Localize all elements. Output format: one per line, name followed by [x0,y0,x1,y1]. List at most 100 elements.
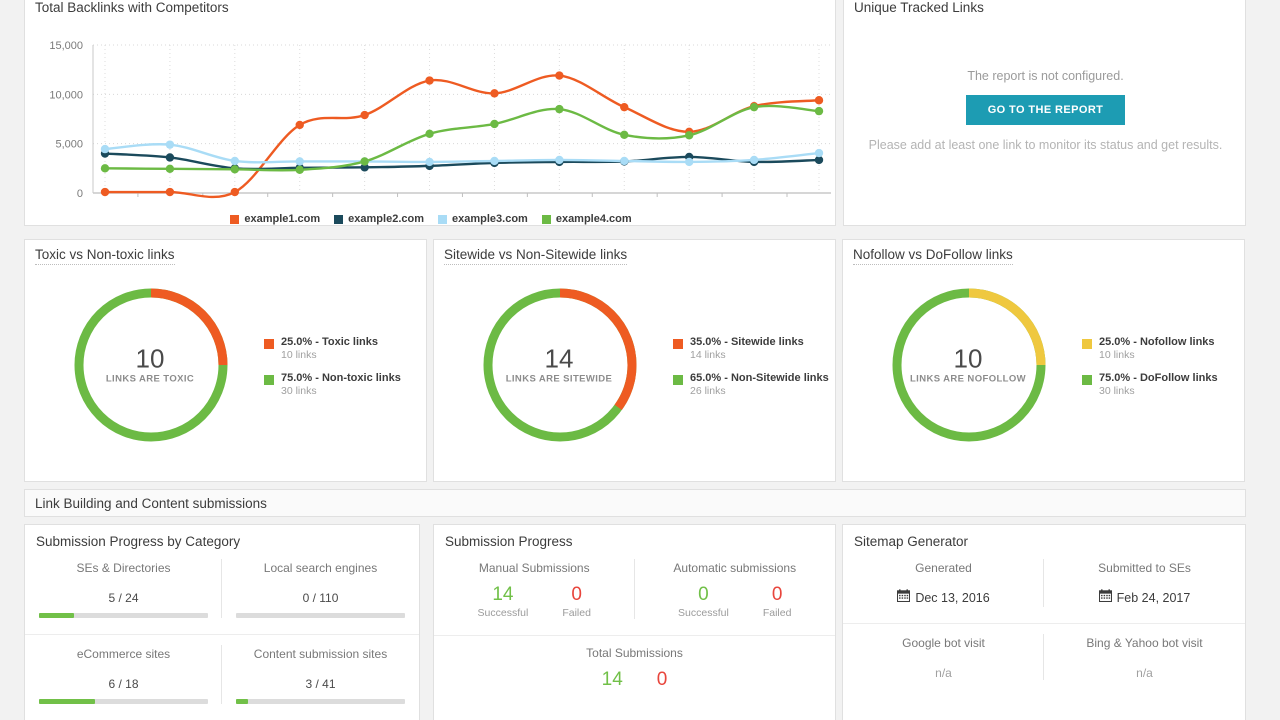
donut-legend-swatch-icon [264,339,274,349]
category-label: SEs & Directories [39,561,208,575]
donut-legend-item[interactable]: 35.0% - Sitewide links14 links [673,336,829,361]
sitemap-submitted-label: Submitted to SEs [1058,561,1231,575]
donut-card: Nofollow vs DoFollow links10LINKS ARE NO… [842,239,1245,482]
calendar-icon [1099,589,1112,607]
google-bot-cell: Google bot visit n/a [843,624,1044,690]
donut-legend-item[interactable]: 25.0% - Nofollow links10 links [1082,336,1218,361]
legend-swatch-icon [334,215,343,224]
donut-title-text: Sitewide vs Non-Sitewide links [444,247,627,265]
donut-legend-label: 25.0% - Nofollow links [1099,336,1215,348]
donut-card: Sitewide vs Non-Sitewide links14LINKS AR… [433,239,836,482]
category-progress-bar [236,699,405,704]
donut-chart: 14LINKS ARE SITEWIDE [448,265,673,465]
tracked-empty-state: The report is not configured. GO TO THE … [844,0,1247,227]
category-card-title: Submission Progress by Category [25,525,419,549]
unique-tracked-links-card: Unique Tracked Links The report is not c… [843,0,1246,226]
total-successful-value: 14 [602,670,623,691]
svg-text:0: 0 [77,188,83,200]
category-grid: SEs & Directories5 / 24Local search engi… [25,549,419,720]
google-bot-label: Google bot visit [857,636,1030,650]
donut-legend: 25.0% - Toxic links10 links 75.0% - Non-t… [264,332,401,397]
bing-bot-label: Bing & Yahoo bot visit [1058,636,1231,650]
backlinks-card-title: Total Backlinks with Competitors [25,0,835,15]
category-value: 3 / 41 [236,677,405,691]
manual-successful: 14 Successful [478,585,529,619]
chart-legend-label: example3.com [452,213,528,225]
sitemap-submitted-cell: Submitted to SEs Feb 24, 2017 [1044,549,1245,617]
donut-chart: 10LINKS ARE TOXIC [39,265,264,465]
tracked-empty-message: The report is not configured. [967,69,1123,83]
category-value: 0 / 110 [236,591,405,605]
donut-card-title: Sitewide vs Non-Sitewide links [434,240,835,262]
donut-body: 10LINKS ARE NOFOLLOW25.0% - Nofollow lin… [843,262,1244,467]
sitemap-card-title: Sitemap Generator [843,525,1245,549]
automatic-failed-caption: Failed [763,607,792,619]
category-progress-fill [39,699,95,704]
donut-card-title: Nofollow vs DoFollow links [843,240,1244,262]
donut-center-label: LINKS ARE SITEWIDE [448,374,671,385]
sitemap-submitted-value-line: Feb 24, 2017 [1058,589,1231,607]
dashboard-page: Total Backlinks with Competitors 0 5,000 1… [0,0,1280,720]
category-progress-bar [39,613,208,618]
donut-legend-label: 65.0% - Non-Sitewide links [690,372,829,384]
backlinks-chart-card: Total Backlinks with Competitors 05,0001… [24,0,836,226]
automatic-successful-value: 0 [678,585,729,606]
manual-failed-value: 0 [562,585,591,606]
sitemap-generated-cell: Generated Dec 13, 2016 [843,549,1044,617]
legend-swatch-icon [230,215,239,224]
category-cell: Content submission sites3 / 41 [222,635,419,714]
donut-legend-sublabel: 10 links [281,349,378,361]
donut-center: 14LINKS ARE SITEWIDE [448,344,672,385]
total-numbers: 14 0 [434,670,835,691]
sitemap-generated-value-line: Dec 13, 2016 [857,589,1030,607]
chart-legend-item[interactable]: example1.com [230,213,320,225]
donut-legend-sublabel: 14 links [690,349,804,361]
legend-swatch-icon [438,215,447,224]
donut-body: 10LINKS ARE TOXIC25.0% - Toxic links10 l… [25,262,426,467]
sitemap-generator-card: Sitemap Generator Generated Dec 13, 2016… [842,524,1246,720]
donut-legend-item[interactable]: 75.0% - Non-toxic links30 links [264,372,401,397]
sitemap-generated-value: Dec 13, 2016 [915,591,989,605]
bing-bot-cell: Bing & Yahoo bot visit n/a [1044,624,1245,690]
automatic-submissions-cell: Automatic submissions 0 Successful 0 Fai… [635,549,836,629]
section-header-text: Link Building and Content submissions [35,496,267,511]
go-to-report-button[interactable]: GO TO THE REPORT [966,95,1126,125]
donut-center: 10LINKS ARE TOXIC [39,344,263,385]
sitemap-grid: Generated Dec 13, 2016 Submitted to SEs … [843,549,1245,690]
sitemap-generated-label: Generated [857,561,1030,575]
donut-center-label: LINKS ARE TOXIC [39,374,262,385]
calendar-icon [897,589,910,607]
donut-center: 10LINKS ARE NOFOLLOW [857,344,1081,385]
donut-legend-swatch-icon [1082,339,1092,349]
total-failed-value: 0 [657,670,668,691]
backlinks-title-text: Total Backlinks with Competitors [35,0,229,15]
submission-progress-by-category-card: Submission Progress by Category SEs & Di… [24,524,420,720]
manual-successful-caption: Successful [478,607,529,619]
sitemap-submitted-value: Feb 24, 2017 [1117,591,1191,605]
donut-legend: 25.0% - Nofollow links10 links 75.0% - Do… [1082,332,1218,397]
chart-legend-label: example1.com [244,213,320,225]
donut-legend-item[interactable]: 65.0% - Non-Sitewide links26 links [673,372,829,397]
automatic-successful: 0 Successful [678,585,729,619]
chart-legend: example1.com example2.com example3.com exam… [25,213,837,225]
automatic-failed-value: 0 [763,585,792,606]
chart-legend-item[interactable]: example3.com [438,213,528,225]
total-submissions-cell: Total Submissions 14 0 [434,636,835,691]
chart-legend-item[interactable]: example4.com [542,213,632,225]
donut-legend-item[interactable]: 75.0% - DoFollow links30 links [1082,372,1218,397]
chart-legend-label: example4.com [556,213,632,225]
category-progress-bar [236,613,405,618]
category-progress-bar [39,699,208,704]
category-progress-fill [236,699,248,704]
manual-numbers: 14 Successful 0 Failed [448,585,621,619]
chart-legend-item[interactable]: example2.com [334,213,424,225]
svg-text:5,000: 5,000 [55,139,83,151]
manual-failed: 0 Failed [562,585,591,619]
donut-legend-sublabel: 26 links [690,385,829,397]
donut-body: 14LINKS ARE SITEWIDE35.0% - Sitewide lin… [434,262,835,467]
automatic-failed: 0 Failed [763,585,792,619]
donut-legend-swatch-icon [1082,375,1092,385]
donut-chart: 10LINKS ARE NOFOLLOW [857,265,1082,465]
donut-legend-item[interactable]: 25.0% - Toxic links10 links [264,336,401,361]
legend-swatch-icon [542,215,551,224]
